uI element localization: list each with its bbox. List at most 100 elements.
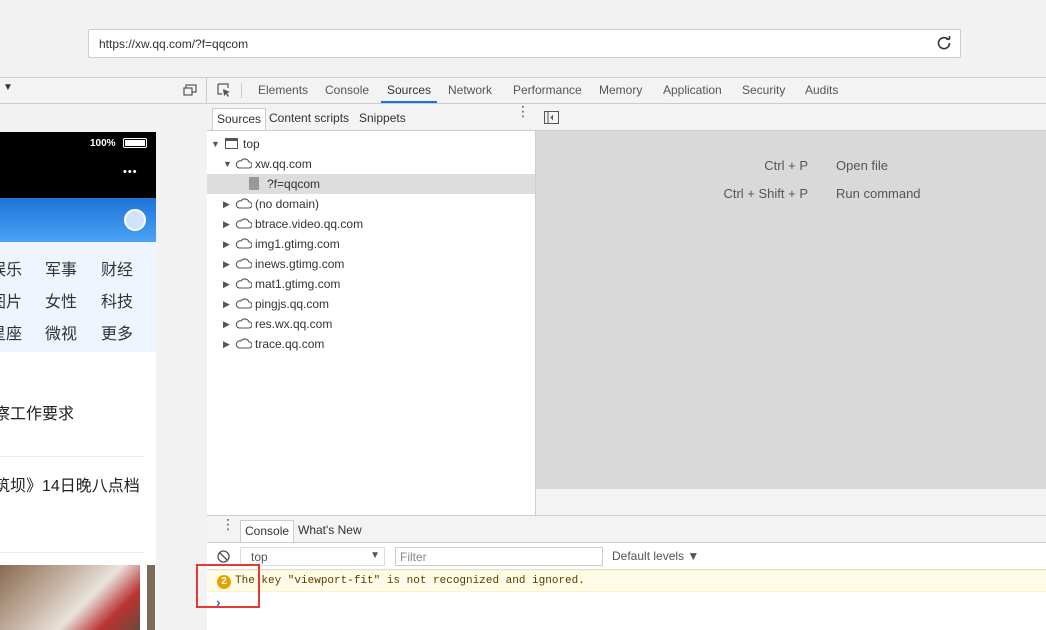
chevron-down-icon: ▼ (370, 550, 380, 561)
context-value: top (251, 550, 268, 564)
category-item[interactable]: 女性 (45, 288, 77, 312)
expand-right-icon[interactable]: ▶ (223, 274, 230, 294)
more-icon[interactable]: ••• (123, 166, 138, 178)
tree-label: xw.qq.com (255, 157, 312, 171)
sources-navigator: Sources Content scripts Snippets ⋮ ▼ top… (207, 104, 536, 515)
tab-content-scripts[interactable]: Content scripts (265, 108, 353, 130)
tree-item-top[interactable]: ▼ top (207, 134, 535, 154)
address-bar[interactable]: https://xw.qq.com/?f=qqcom (88, 29, 961, 58)
tree-item-origin[interactable]: ▼ xw.qq.com (207, 154, 535, 174)
tree-item-file[interactable]: ?f=qqcom (207, 174, 535, 194)
inspect-element-icon[interactable] (217, 83, 232, 98)
tree-item-domain[interactable]: ▶ pingjs.qq.com (207, 294, 535, 314)
tree-label: (no domain) (255, 197, 320, 211)
editor-placeholder: Ctrl + P Open file Ctrl + Shift + P Run … (536, 131, 1046, 489)
expand-right-icon[interactable]: ▶ (223, 214, 230, 234)
category-item[interactable]: 图片 (0, 288, 22, 312)
tree-item-domain[interactable]: ▶ inews.gtimg.com (207, 254, 535, 274)
tree-label: mat1.gtimg.com (255, 277, 341, 291)
cloud-icon (235, 218, 252, 229)
cloud-icon (235, 258, 252, 269)
tab-elements[interactable]: Elements (258, 77, 308, 103)
chevron-down-icon[interactable]: ▼ (3, 82, 13, 93)
tab-whats-new[interactable]: What's New (294, 520, 366, 542)
category-item[interactable]: 科技 (101, 288, 133, 312)
news-image (147, 565, 155, 630)
tab-console[interactable]: Console (325, 77, 369, 103)
tree-label: btrace.video.qq.com (255, 217, 364, 231)
file-icon (249, 177, 259, 190)
news-headline[interactable]: 察工作要求 (0, 400, 74, 424)
expand-right-icon[interactable]: ▶ (223, 294, 230, 314)
tab-security[interactable]: Security (742, 77, 785, 103)
toggle-navigator-icon[interactable] (544, 111, 559, 124)
tree-item-domain[interactable]: ▶ img1.gtimg.com (207, 234, 535, 254)
cloud-icon (235, 338, 252, 349)
tab-sources[interactable]: Sources (381, 77, 438, 103)
drawer-tabs: ⋮ Console What's New (207, 516, 1046, 543)
expand-right-icon[interactable]: ▶ (223, 254, 230, 274)
console-toolbar: top ▼ Filter Default levels ▼ (207, 543, 1046, 570)
shortcut-keys: Ctrl + P (764, 158, 808, 173)
news-image[interactable] (0, 565, 140, 630)
log-levels-dropdown[interactable]: Default levels ▼ (612, 549, 699, 563)
tree-item-domain[interactable]: ▶ (no domain) (207, 194, 535, 214)
divider (0, 456, 144, 457)
expand-right-icon[interactable]: ▶ (223, 194, 230, 214)
divider (0, 552, 144, 553)
tree-item-domain[interactable]: ▶ res.wx.qq.com (207, 314, 535, 334)
cloud-icon (235, 278, 252, 289)
tab-sources-nav[interactable]: Sources (212, 108, 267, 130)
tab-application[interactable]: Application (663, 77, 722, 103)
reload-icon[interactable] (936, 35, 952, 51)
tab-performance[interactable]: Performance (513, 77, 582, 103)
tab-audits[interactable]: Audits (805, 77, 838, 103)
url-text[interactable]: https://xw.qq.com/?f=qqcom (99, 37, 248, 51)
category-item[interactable]: 财经 (101, 256, 133, 280)
tree-item-domain[interactable]: ▶ mat1.gtimg.com (207, 274, 535, 294)
avatar[interactable] (124, 209, 146, 231)
tree-label: ?f=qqcom (267, 177, 321, 191)
battery-percent: 100% (90, 138, 116, 149)
tree-label: img1.gtimg.com (255, 237, 340, 251)
tab-console-drawer[interactable]: Console (240, 520, 295, 542)
category-item[interactable]: 微视 (45, 320, 77, 344)
expand-down-icon[interactable]: ▼ (211, 134, 220, 154)
tab-memory[interactable]: Memory (599, 77, 642, 103)
frame-icon (225, 138, 238, 149)
tree-label: pingjs.qq.com (255, 297, 330, 311)
news-headline[interactable]: 筑坝》14日晚八点档 (0, 472, 140, 496)
warning-message: The key "viewport-fit" is not recognized… (235, 575, 585, 587)
tab-snippets[interactable]: Snippets (355, 108, 410, 130)
tree-item-domain[interactable]: ▶ trace.qq.com (207, 334, 535, 354)
divider (241, 83, 242, 98)
category-item[interactable]: 娱乐 (0, 256, 22, 280)
cloud-icon (235, 198, 252, 209)
editor-status-bar (536, 489, 1046, 515)
context-select[interactable]: top ▼ (240, 547, 385, 566)
category-panel: 娱乐 军事 财经 图片 女性 科技 星座 微视 更多 (0, 242, 156, 352)
highlight-box (196, 564, 260, 608)
tree-label: trace.qq.com (255, 337, 325, 351)
expand-right-icon[interactable]: ▶ (223, 314, 230, 334)
filter-placeholder: Filter (400, 550, 427, 564)
category-item[interactable]: 军事 (45, 256, 77, 280)
expand-down-icon[interactable]: ▼ (223, 154, 232, 174)
category-item[interactable]: 更多 (101, 320, 133, 344)
tree-item-domain[interactable]: ▶ btrace.video.qq.com (207, 214, 535, 234)
category-item[interactable]: 星座 (0, 320, 22, 344)
clear-console-icon[interactable] (217, 550, 230, 563)
dock-icon[interactable] (183, 84, 197, 96)
expand-right-icon[interactable]: ▶ (223, 334, 230, 354)
cloud-icon (235, 238, 252, 249)
more-options-icon[interactable]: ⋮ (516, 104, 530, 118)
expand-right-icon[interactable]: ▶ (223, 234, 230, 254)
drawer-menu-icon[interactable]: ⋮ (221, 517, 235, 531)
cloud-icon (235, 298, 252, 309)
device-toolbar: ▼ (0, 77, 207, 104)
cloud-icon (235, 318, 252, 329)
filter-input[interactable]: Filter (395, 547, 603, 566)
cloud-icon (235, 158, 252, 169)
phone-status-bar: 100% ••• (0, 132, 156, 198)
tab-network[interactable]: Network (448, 77, 492, 103)
